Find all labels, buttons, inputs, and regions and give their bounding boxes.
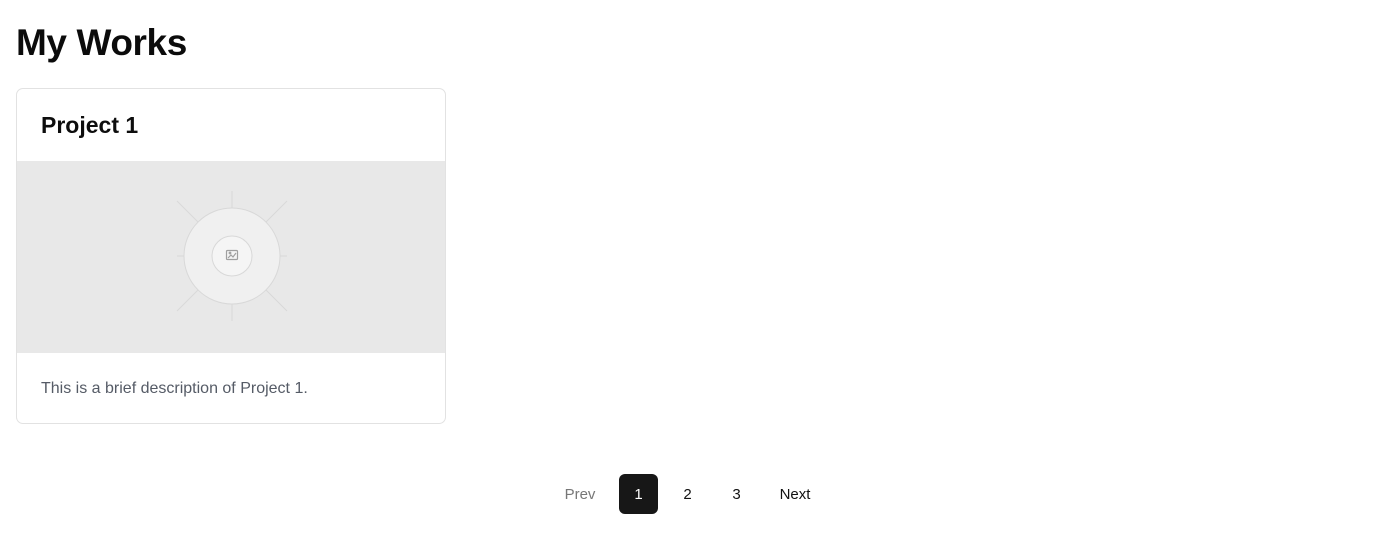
page-1-button[interactable]: 1 [619, 474, 658, 514]
prev-page-button[interactable]: Prev [551, 474, 609, 514]
project-card[interactable]: Project 1 This is a brief description of… [16, 88, 446, 424]
project-description: This is a brief description of Project 1… [41, 380, 308, 397]
image-placeholder-icon [176, 191, 288, 321]
page-3-button[interactable]: 3 [717, 474, 756, 514]
works-page: My Works Project 1 This is a brief descr… [16, 0, 1360, 538]
pagination: Prev 1 2 3 Next [551, 474, 824, 514]
project-title: Project 1 [41, 112, 139, 138]
page-2-button[interactable]: 2 [668, 474, 707, 514]
project-image-placeholder [17, 161, 445, 353]
page-title: My Works [16, 22, 187, 63]
next-page-button[interactable]: Next [766, 474, 824, 514]
